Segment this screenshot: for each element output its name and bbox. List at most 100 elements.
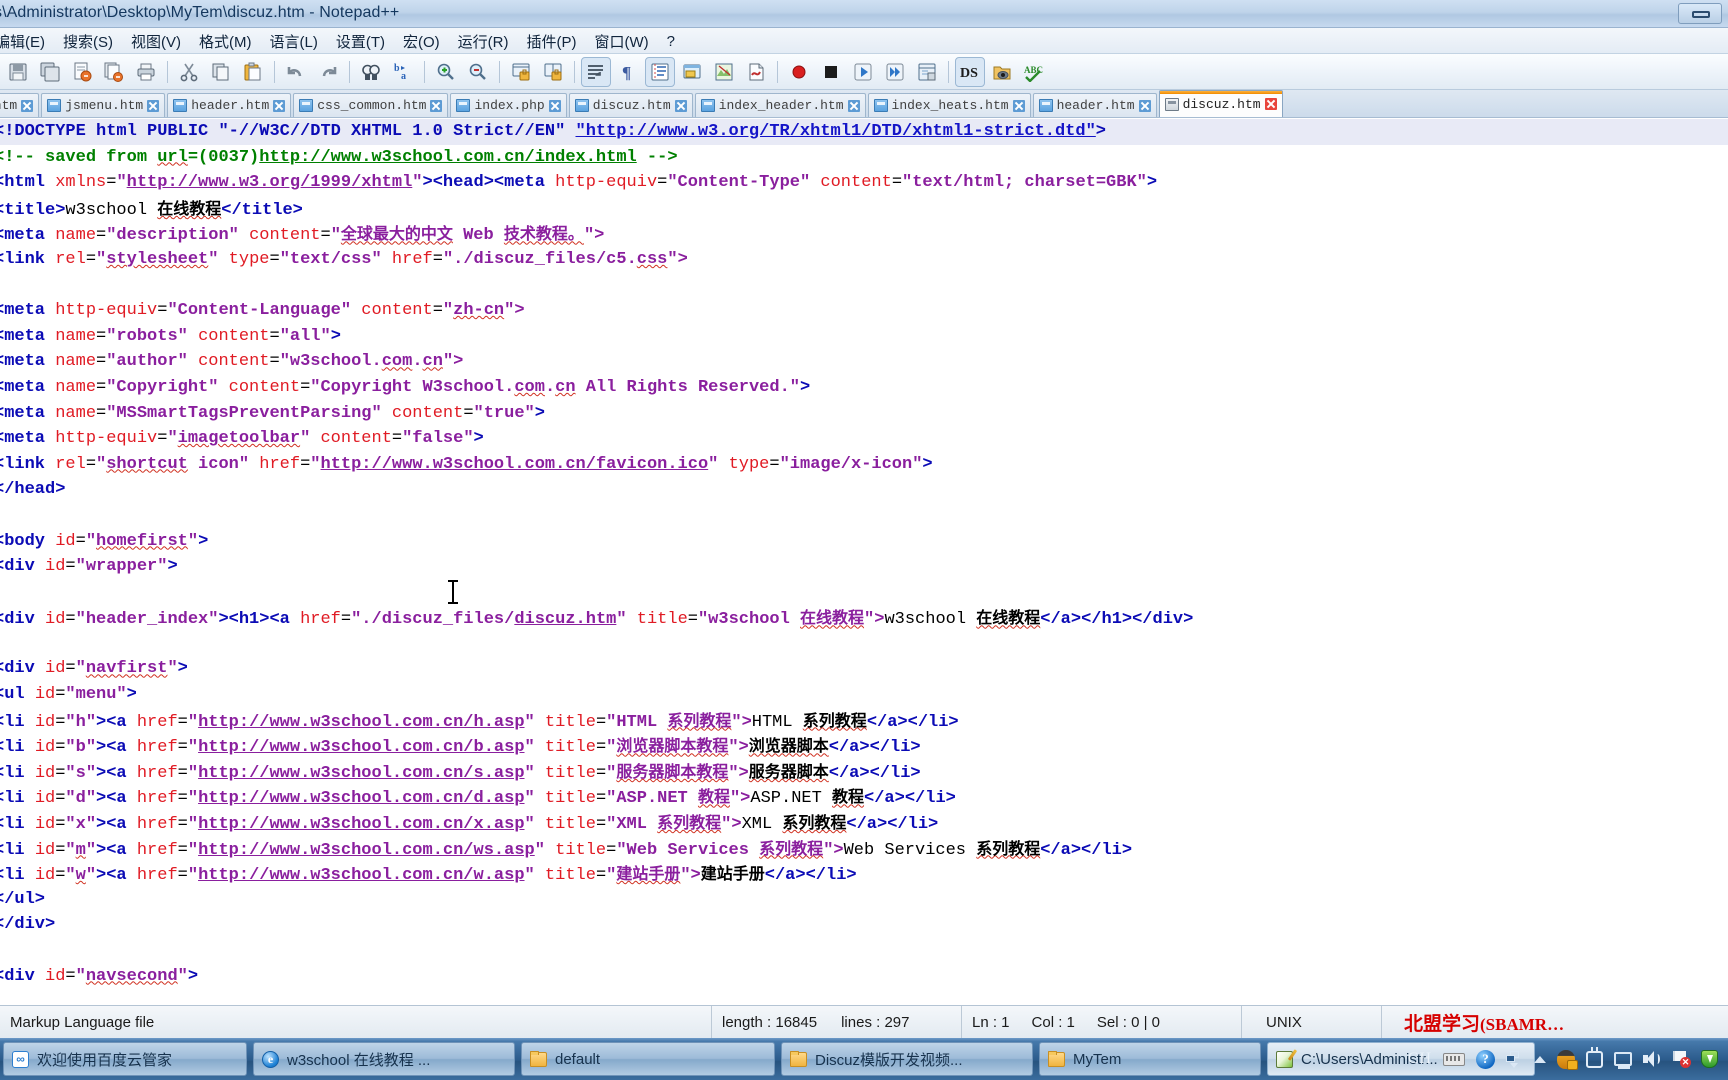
- taskbar-folder-default[interactable]: default: [521, 1042, 775, 1076]
- code-line: <meta name="description" content="全球最大的中…: [0, 221, 1728, 247]
- menu-view[interactable]: 视图(V): [122, 29, 190, 54]
- action-center-flag-icon[interactable]: ✕: [1672, 1050, 1691, 1068]
- tab-index-php[interactable]: index.php: [450, 93, 567, 117]
- code-token: stylesheet: [106, 249, 209, 269]
- stop-macro-icon[interactable]: [816, 57, 846, 87]
- taskbar-ie-w3school[interactable]: e w3school 在线教程 ...: [253, 1042, 515, 1076]
- taskbar-baidu-cloud[interactable]: ∞ 欢迎使用百度云管家: [3, 1042, 247, 1076]
- replace-icon[interactable]: ba: [388, 57, 418, 87]
- ime-indicator[interactable]: CH: [1408, 1050, 1432, 1068]
- code-token: href: [259, 454, 301, 474]
- zoom-out-icon[interactable]: [463, 57, 493, 87]
- tab-close-icon[interactable]: [674, 99, 687, 112]
- menu-edit[interactable]: 编辑(E): [0, 29, 54, 54]
- code-token: 技术教程。: [503, 224, 584, 244]
- code-editor[interactable]: <!DOCTYPE html PUBLIC "-//W3C//DTD XHTML…: [0, 118, 1728, 1005]
- menu-language[interactable]: 语言(L): [261, 29, 327, 54]
- keyboard-icon[interactable]: [1443, 1052, 1465, 1066]
- menu-run[interactable]: 运行(R): [449, 29, 518, 54]
- spellcheck-icon[interactable]: ABC: [1019, 57, 1049, 87]
- tab-jsmenu-htm[interactable]: jsmenu.htm: [41, 93, 166, 117]
- print-icon[interactable]: [131, 57, 161, 87]
- word-wrap-icon[interactable]: [581, 56, 611, 87]
- show-all-chars-icon[interactable]: ¶: [613, 57, 643, 87]
- run-macro-multiple-icon[interactable]: [880, 57, 910, 87]
- indent-guide-icon[interactable]: [645, 56, 675, 87]
- tab-discuz-htm[interactable]: discuz.htm: [568, 93, 693, 117]
- code-token: name: [55, 326, 97, 346]
- code-token: icon": [187, 454, 250, 474]
- undo-icon[interactable]: [281, 57, 311, 87]
- menu-search[interactable]: 搜索(S): [54, 29, 122, 54]
- tab-close-icon[interactable]: [1012, 99, 1025, 112]
- taskbar-folder-discuz-video[interactable]: Discuz模版开发视频...: [781, 1042, 1033, 1076]
- menu-window[interactable]: 窗口(W): [586, 29, 658, 54]
- restore-window-button[interactable]: [1678, 3, 1722, 24]
- window-switcher-icon[interactable]: [1506, 1050, 1523, 1068]
- doc-map-icon[interactable]: [709, 57, 739, 87]
- function-list-icon[interactable]: [741, 57, 771, 87]
- tab-close-icon[interactable]: [430, 99, 443, 112]
- show-hidden-icons-icon[interactable]: [1534, 1055, 1546, 1063]
- sync-horizontal-icon[interactable]: [538, 57, 568, 87]
- menu-help[interactable]: ?: [658, 31, 684, 52]
- taskbar-folder-mytem[interactable]: MyTem: [1039, 1042, 1261, 1076]
- code-token: http://www.w3school.com.cn/index.html: [259, 147, 637, 167]
- menu-plugins[interactable]: 插件(P): [518, 29, 586, 54]
- tab-css-common-htm[interactable]: css_common.htm: [293, 93, 449, 117]
- tab-close-icon[interactable]: [1264, 98, 1277, 110]
- menu-format[interactable]: 格式(M): [190, 29, 261, 54]
- save-all-icon[interactable]: [35, 57, 65, 87]
- code-token: ": [116, 173, 127, 193]
- code-token: xmlns: [55, 173, 107, 193]
- code-token: =: [595, 866, 607, 886]
- code-content[interactable]: <!DOCTYPE html PUBLIC "-//W3C//DTD XHTML…: [0, 118, 1728, 989]
- menu-macro[interactable]: 宏(O): [394, 29, 449, 54]
- tab-close-icon[interactable]: [21, 99, 34, 112]
- document-icon: [873, 99, 888, 112]
- tab-close-icon[interactable]: [1138, 99, 1151, 112]
- tab-close-icon[interactable]: [847, 99, 860, 112]
- network-icon[interactable]: [1614, 1052, 1632, 1069]
- code-line: <ul id="menu">: [0, 682, 1728, 708]
- tab-index-heats-htm[interactable]: index_heats.htm: [867, 93, 1031, 117]
- power-plug-icon[interactable]: [1586, 1046, 1603, 1068]
- save-icon[interactable]: [3, 57, 33, 87]
- qq-icon[interactable]: [1557, 1049, 1578, 1070]
- close-file-icon[interactable]: [67, 57, 97, 87]
- tab-htm-partial[interactable]: .htm: [0, 93, 40, 117]
- code-token: =: [657, 173, 668, 193]
- tab-index-header-htm[interactable]: index_header.htm: [694, 93, 866, 117]
- save-macro-icon[interactable]: [912, 57, 942, 87]
- code-token: w: [75, 866, 86, 886]
- volume-icon[interactable]: [1643, 1051, 1661, 1067]
- tab-close-icon[interactable]: [147, 99, 160, 112]
- tab-discuz-htm-active[interactable]: discuz.htm: [1158, 90, 1283, 117]
- ds-plugin-icon[interactable]: DS: [955, 56, 985, 87]
- tab-close-icon[interactable]: [273, 99, 286, 112]
- toolbar: b a ¶ DS ABC: [0, 54, 1728, 90]
- sync-vertical-icon[interactable]: [506, 57, 536, 87]
- help-icon[interactable]: ?: [1476, 1049, 1495, 1069]
- code-token: ">: [442, 352, 464, 372]
- paste-icon[interactable]: [238, 57, 268, 87]
- security-shield-icon[interactable]: [1701, 1050, 1718, 1068]
- close-all-icon[interactable]: [99, 57, 129, 87]
- find-icon[interactable]: [356, 57, 386, 87]
- redo-icon[interactable]: [313, 57, 343, 87]
- play-macro-icon[interactable]: [848, 57, 878, 87]
- cut-icon[interactable]: [174, 57, 204, 87]
- tab-header-htm[interactable]: header.htm: [167, 93, 292, 117]
- record-macro-icon[interactable]: [784, 57, 814, 87]
- folder-plugin-icon[interactable]: [987, 57, 1017, 87]
- copy-icon[interactable]: [206, 57, 236, 87]
- code-token: ><a: [96, 738, 137, 758]
- code-token: ">: [667, 249, 688, 269]
- zoom-in-icon[interactable]: [431, 57, 461, 87]
- menu-settings[interactable]: 设置(T): [327, 29, 394, 54]
- tab-header-htm-2[interactable]: header.htm: [1032, 93, 1157, 117]
- code-token: =: [65, 966, 76, 986]
- user-defined-dialog-icon[interactable]: [677, 57, 707, 87]
- tab-close-icon[interactable]: [548, 99, 561, 112]
